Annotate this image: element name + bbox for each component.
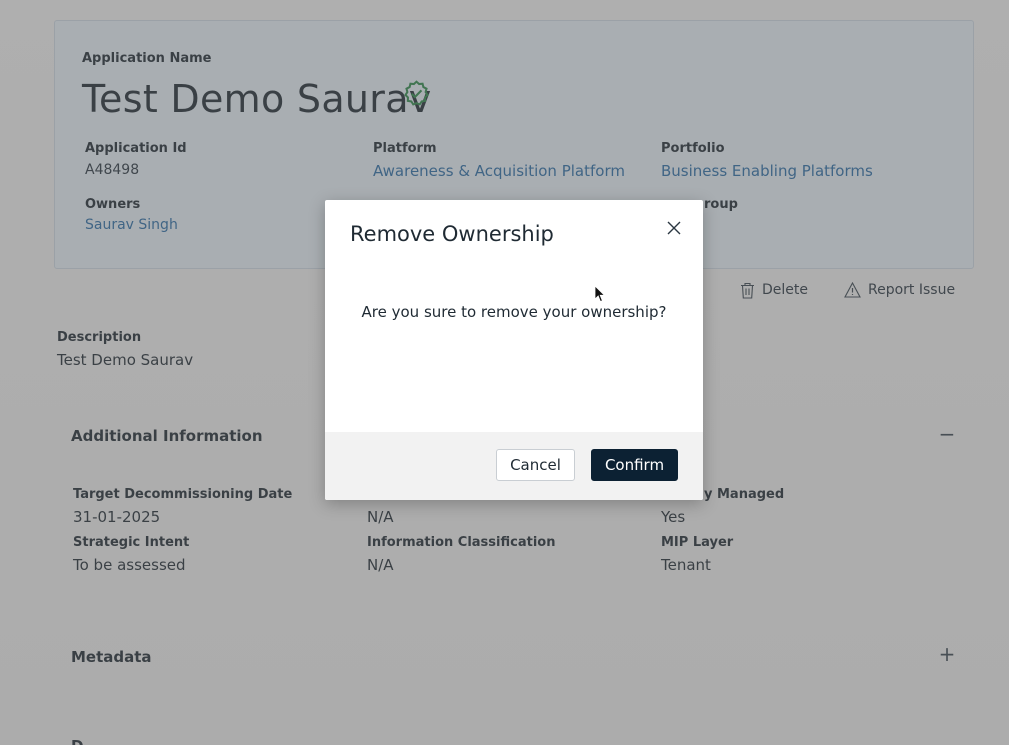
dialog-message: Are you sure to remove your ownership? xyxy=(361,303,667,321)
close-icon[interactable] xyxy=(666,220,682,236)
remove-ownership-dialog: Remove Ownership Are you sure to remove … xyxy=(325,200,703,500)
mouse-cursor-icon xyxy=(594,285,606,303)
confirm-button[interactable]: Confirm xyxy=(591,449,678,481)
cancel-button[interactable]: Cancel xyxy=(496,449,575,481)
dialog-footer: Cancel Confirm xyxy=(325,432,703,500)
dialog-title: Remove Ownership xyxy=(350,222,554,246)
